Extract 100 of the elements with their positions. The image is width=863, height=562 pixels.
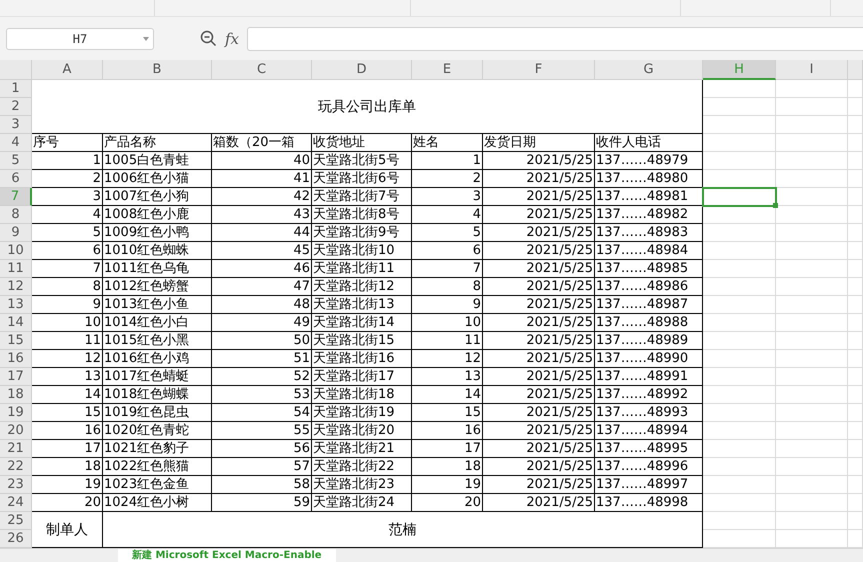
row-header[interactable]: 17 — [0, 368, 32, 386]
empty-cell[interactable] — [776, 134, 848, 152]
empty-cell[interactable] — [776, 296, 848, 314]
empty-cell[interactable] — [703, 494, 776, 512]
row-header[interactable]: 1 — [0, 80, 32, 98]
row-header[interactable]: 10 — [0, 242, 32, 260]
empty-cell[interactable] — [776, 206, 848, 224]
row-header[interactable]: 15 — [0, 332, 32, 350]
empty-cell[interactable] — [776, 494, 848, 512]
column-header[interactable]: C — [212, 60, 312, 80]
empty-cell[interactable] — [848, 458, 863, 476]
row-header[interactable]: 16 — [0, 350, 32, 368]
empty-cell[interactable] — [848, 98, 863, 116]
empty-cell[interactable] — [703, 80, 776, 98]
select-all-corner[interactable] — [0, 60, 32, 80]
empty-cell[interactable] — [848, 368, 863, 386]
row-header[interactable]: 25 — [0, 512, 32, 530]
column-header[interactable]: F — [483, 60, 595, 80]
row-header[interactable]: 21 — [0, 440, 32, 458]
selected-cell[interactable] — [703, 188, 776, 206]
column-header[interactable] — [848, 60, 863, 80]
empty-cell[interactable] — [776, 440, 848, 458]
empty-cell[interactable] — [703, 350, 776, 368]
row-header[interactable]: 12 — [0, 278, 32, 296]
empty-cell[interactable] — [776, 242, 848, 260]
empty-cell[interactable] — [703, 224, 776, 242]
empty-cell[interactable] — [776, 422, 848, 440]
column-header[interactable]: E — [412, 60, 483, 80]
empty-cell[interactable] — [703, 368, 776, 386]
function-label[interactable]: fx — [225, 30, 240, 48]
row-header[interactable]: 24 — [0, 494, 32, 512]
empty-cell[interactable] — [848, 170, 863, 188]
empty-cell[interactable] — [848, 512, 863, 530]
empty-cell[interactable] — [703, 512, 776, 530]
empty-cell[interactable] — [776, 80, 848, 98]
row-header[interactable]: 4 — [0, 134, 32, 152]
empty-cell[interactable] — [848, 422, 863, 440]
empty-cell[interactable] — [703, 278, 776, 296]
fill-handle[interactable] — [773, 203, 778, 208]
empty-cell[interactable] — [848, 206, 863, 224]
row-header[interactable]: 26 — [0, 530, 32, 548]
empty-cell[interactable] — [848, 224, 863, 242]
empty-cell[interactable] — [776, 458, 848, 476]
empty-cell[interactable] — [848, 386, 863, 404]
empty-cell[interactable] — [848, 152, 863, 170]
row-header[interactable]: 23 — [0, 476, 32, 494]
empty-cell[interactable] — [703, 152, 776, 170]
empty-cell[interactable] — [848, 440, 863, 458]
column-header[interactable]: D — [312, 60, 412, 80]
column-header[interactable]: I — [776, 60, 848, 80]
empty-cell[interactable] — [848, 314, 863, 332]
empty-cell[interactable] — [703, 134, 776, 152]
empty-cell[interactable] — [776, 350, 848, 368]
empty-cell[interactable] — [848, 404, 863, 422]
empty-cell[interactable] — [703, 332, 776, 350]
empty-cell[interactable] — [703, 314, 776, 332]
row-header[interactable]: 5 — [0, 152, 32, 170]
column-header[interactable]: G — [595, 60, 703, 80]
empty-cell[interactable] — [703, 386, 776, 404]
empty-cell[interactable] — [776, 170, 848, 188]
row-header[interactable]: 11 — [0, 260, 32, 278]
row-header[interactable]: 2 — [0, 98, 32, 116]
empty-cell[interactable] — [776, 224, 848, 242]
empty-cell[interactable] — [703, 422, 776, 440]
empty-cell[interactable] — [703, 440, 776, 458]
empty-cell[interactable] — [848, 350, 863, 368]
empty-cell[interactable] — [703, 242, 776, 260]
column-header[interactable]: A — [32, 60, 103, 80]
empty-cell[interactable] — [848, 188, 863, 206]
empty-cell[interactable] — [848, 494, 863, 512]
row-header[interactable]: 8 — [0, 206, 32, 224]
empty-cell[interactable] — [776, 98, 848, 116]
empty-cell[interactable] — [703, 116, 776, 134]
empty-cell[interactable] — [848, 134, 863, 152]
empty-cell[interactable] — [848, 116, 863, 134]
row-header[interactable]: 9 — [0, 224, 32, 242]
empty-cell[interactable] — [848, 278, 863, 296]
empty-cell[interactable] — [776, 278, 848, 296]
empty-cell[interactable] — [776, 332, 848, 350]
row-header[interactable]: 3 — [0, 116, 32, 134]
empty-cell[interactable] — [776, 314, 848, 332]
name-box[interactable]: H7 — [6, 28, 154, 50]
formula-input[interactable] — [247, 26, 863, 50]
empty-cell[interactable] — [848, 332, 863, 350]
empty-cell[interactable] — [703, 404, 776, 422]
empty-cell[interactable] — [703, 206, 776, 224]
sheet-tab[interactable]: 新建 Microsoft Excel Macro-Enable — [118, 549, 336, 562]
row-header[interactable]: 18 — [0, 386, 32, 404]
empty-cell[interactable] — [703, 260, 776, 278]
empty-cell[interactable] — [848, 296, 863, 314]
empty-cell[interactable] — [848, 476, 863, 494]
empty-cell[interactable] — [703, 476, 776, 494]
row-header[interactable]: 19 — [0, 404, 32, 422]
empty-cell[interactable] — [703, 458, 776, 476]
row-header[interactable]: 13 — [0, 296, 32, 314]
empty-cell[interactable] — [776, 512, 848, 530]
empty-cell[interactable] — [776, 116, 848, 134]
column-header[interactable]: B — [103, 60, 212, 80]
empty-cell[interactable] — [776, 368, 848, 386]
empty-cell[interactable] — [848, 260, 863, 278]
